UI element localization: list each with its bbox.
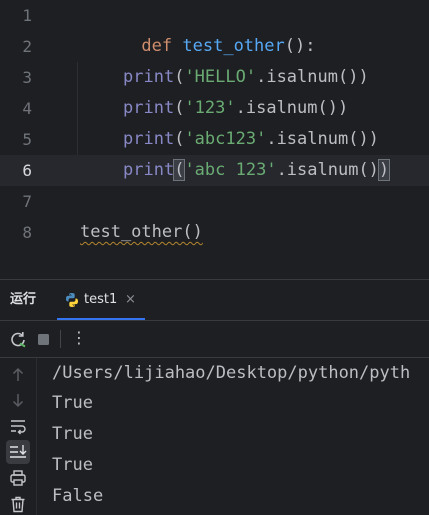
function-call-warning: test_other() — [80, 222, 203, 242]
line-number: 8 — [22, 223, 32, 242]
print-icon[interactable] — [8, 468, 28, 488]
close-tab-icon[interactable]: × — [125, 284, 136, 316]
line-number: 7 — [22, 192, 32, 211]
string-literal: 'abc123' — [184, 129, 267, 149]
open-paren: ( — [174, 129, 185, 149]
line-number: 1 — [22, 6, 32, 25]
scroll-to-end-button[interactable] — [6, 440, 30, 464]
stop-icon[interactable] — [35, 329, 53, 349]
string-literal: 'abc 123' — [184, 160, 277, 180]
run-tool-window-header: 运行 test1 × — [0, 280, 429, 321]
builtin-print: print — [123, 98, 175, 118]
tab-label: test1 — [84, 292, 118, 307]
console-line-path: /Users/lijiahao/Desktop/python/pyth — [52, 363, 411, 383]
run-panel-title: 运行 — [10, 292, 37, 307]
console-sidebar — [0, 358, 37, 515]
builtin-print: print — [123, 160, 175, 180]
code-line-4[interactable]: 4 print('123'.isalnum()) — [0, 93, 429, 124]
console-output[interactable]: /Users/lijiahao/Desktop/python/pyth True… — [52, 358, 429, 515]
code-line-1[interactable]: 1 def test_other(): — [0, 0, 429, 56]
line-number: 2 — [22, 37, 32, 56]
code-line-7[interactable]: 7 — [0, 186, 429, 217]
line-number: 5 — [22, 130, 32, 149]
method-call: .isalnum()) — [235, 98, 349, 118]
active-tab-indicator — [57, 318, 145, 320]
code-line-5[interactable]: 5 print('abc123'.isalnum()) — [0, 124, 429, 155]
line-number: 4 — [22, 99, 32, 118]
tab-test1[interactable]: test1 × — [55, 284, 145, 320]
matched-open-paren: ( — [173, 159, 186, 181]
line-number: 3 — [22, 68, 32, 87]
string-literal: 'HELLO' — [184, 67, 257, 87]
more-icon[interactable]: ⋮ — [70, 327, 88, 347]
console-line: True — [52, 393, 93, 413]
open-paren: ( — [174, 67, 185, 87]
soft-wrap-icon[interactable] — [8, 416, 28, 436]
method-call: .isalnum()) — [266, 129, 379, 149]
method-call: .isalnum()) — [256, 67, 369, 87]
builtin-print: print — [123, 67, 175, 87]
open-paren: ( — [174, 98, 185, 118]
string-literal: '123' — [184, 98, 236, 118]
matched-close-paren: ) — [377, 159, 391, 181]
python-icon — [66, 293, 78, 307]
trash-icon[interactable] — [8, 494, 28, 514]
code-line-8[interactable]: 8 test_other() — [0, 217, 429, 248]
rerun-icon[interactable] — [9, 329, 27, 349]
up-arrow-icon[interactable] — [8, 365, 28, 385]
scroll-to-end-icon — [10, 445, 27, 458]
run-toolbar: ⋮ — [0, 321, 429, 358]
code-line-6-current[interactable]: 6 print('abc 123'.isalnum()) — [0, 155, 429, 186]
console-line: True — [52, 424, 93, 444]
code-editor[interactable]: 1 def test_other(): 2 3 print('HELLO'.is… — [0, 0, 429, 279]
toolbar-separator — [60, 330, 61, 348]
console-line: False — [52, 486, 104, 506]
code-line-2[interactable]: 2 — [0, 31, 429, 62]
line-number: 6 — [22, 161, 32, 180]
code-line-3[interactable]: 3 print('HELLO'.isalnum()) — [0, 62, 429, 93]
console-line: True — [52, 455, 93, 475]
down-arrow-icon[interactable] — [8, 390, 28, 410]
builtin-print: print — [123, 129, 175, 149]
method-call: .isalnum() — [276, 160, 379, 180]
